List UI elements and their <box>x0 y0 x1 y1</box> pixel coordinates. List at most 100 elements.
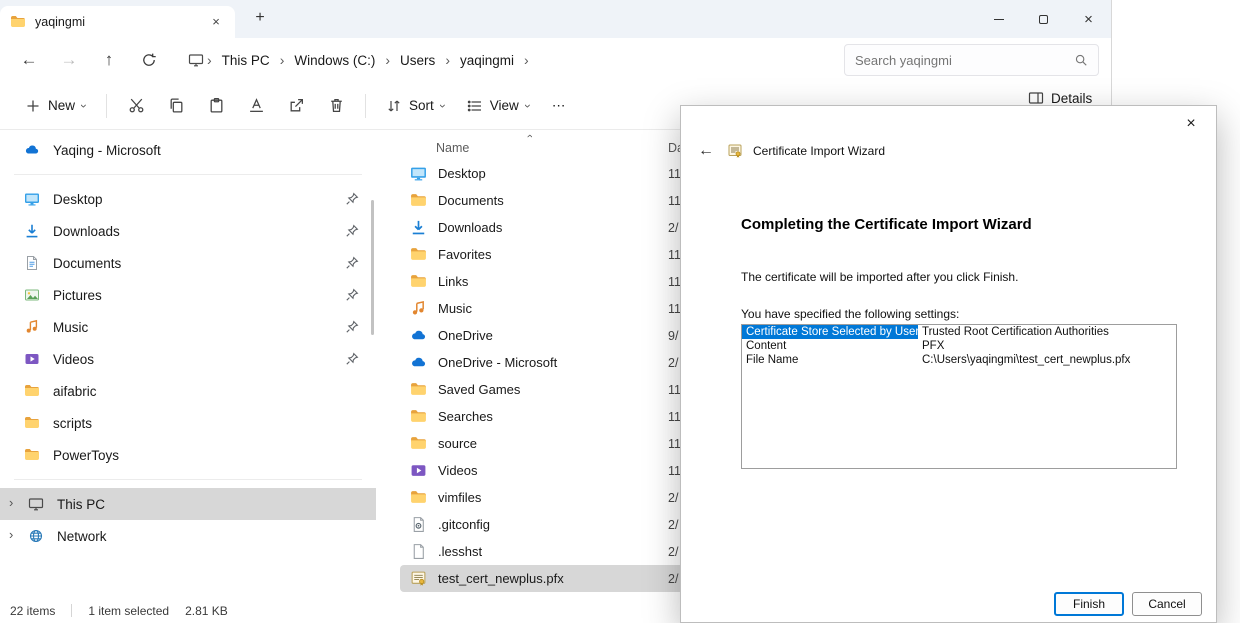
cloud-icon <box>24 142 40 158</box>
screen: yaqingmi × + × ← → ↑ › This PC › Window <box>0 0 1240 623</box>
tab-close-icon[interactable]: × <box>207 13 225 31</box>
file-date: 2/ <box>668 518 678 532</box>
details-pane-toggle[interactable]: Details <box>1028 90 1092 106</box>
sidebar-item-downloads[interactable]: Downloads <box>0 215 376 247</box>
sidebar-item-aifabric[interactable]: aifabric <box>0 375 376 407</box>
file-row-saved-games[interactable]: Saved Games 11 <box>400 376 692 403</box>
toolbar-divider <box>106 94 107 118</box>
search-input[interactable] <box>855 53 1074 68</box>
file-row-links[interactable]: Links 11 <box>400 268 692 295</box>
forward-button[interactable]: → <box>52 44 86 76</box>
network-icon <box>28 528 44 544</box>
delete-button[interactable] <box>318 89 354 123</box>
file-name: OneDrive <box>438 328 668 343</box>
settings-row-store[interactable]: Certificate Store Selected by User Trust… <box>742 325 1176 339</box>
explorer-tab[interactable]: yaqingmi × <box>0 6 235 38</box>
file-row-test-cert-newplus-pfx[interactable]: test_cert_newplus.pfx 2/ <box>400 565 692 592</box>
chevron-down-icon: › <box>77 104 91 108</box>
folder-icon <box>410 273 427 290</box>
back-button[interactable]: ← <box>12 44 46 76</box>
breadcrumb-windows-c[interactable]: Windows (C:) <box>287 49 382 72</box>
file-row-onedrive[interactable]: OneDrive 9/ <box>400 322 692 349</box>
file-row-documents[interactable]: Documents 11 <box>400 187 692 214</box>
minimize-button[interactable] <box>976 0 1021 38</box>
view-icon <box>467 98 483 114</box>
video-icon <box>24 351 40 367</box>
cut-button[interactable] <box>118 89 154 123</box>
expand-chevron-icon[interactable]: › <box>9 495 13 510</box>
refresh-button[interactable] <box>132 44 166 76</box>
dialog-close-button[interactable]: × <box>1176 112 1206 136</box>
file-row-vimfiles[interactable]: vimfiles 2/ <box>400 484 692 511</box>
sidebar-item-powertoys[interactable]: PowerToys <box>0 439 376 471</box>
sidebar-scrollbar[interactable] <box>371 200 374 335</box>
more-options-button[interactable]: ⋯ <box>543 91 575 121</box>
file-icon <box>410 543 427 560</box>
settings-row-file-name[interactable]: File Name C:\Users\yaqingmi\test_cert_ne… <box>742 353 1176 367</box>
file-row-gitconfig[interactable]: .gitconfig 2/ <box>400 511 692 538</box>
file-row-desktop[interactable]: Desktop 11 <box>400 160 692 187</box>
view-button[interactable]: View › <box>458 91 539 121</box>
this-pc-icon <box>188 52 204 68</box>
item-count: 22 items <box>10 604 55 618</box>
file-name: test_cert_newplus.pfx <box>438 571 668 586</box>
certificate-wizard-icon <box>727 143 743 159</box>
sidebar-item-documents[interactable]: Documents <box>0 247 376 279</box>
copy-button[interactable] <box>158 89 194 123</box>
file-row-downloads[interactable]: Downloads 2/ <box>400 214 692 241</box>
new-tab-button[interactable]: + <box>245 4 275 34</box>
column-header-name[interactable]: Name <box>436 141 469 155</box>
file-row-music[interactable]: Music 11 <box>400 295 692 322</box>
search-box[interactable] <box>844 44 1099 76</box>
sidebar-item-label: Network <box>57 529 107 544</box>
sidebar-item-network[interactable]: › Network <box>0 520 376 552</box>
share-button[interactable] <box>278 89 314 123</box>
breadcrumb-users[interactable]: Users <box>393 49 442 72</box>
breadcrumb-separator: › <box>444 52 451 68</box>
picture-icon <box>24 287 40 303</box>
setting-key: Certificate Store Selected by User <box>742 325 918 339</box>
sidebar-item-label: Documents <box>53 256 121 271</box>
sidebar-item-pictures[interactable]: Pictures <box>0 279 376 311</box>
sidebar-item-videos[interactable]: Videos <box>0 343 376 375</box>
navigation-pane: Yaqing - Microsoft Desktop Downloads Doc… <box>0 130 376 598</box>
breadcrumb-yaqingmi[interactable]: yaqingmi <box>453 49 521 72</box>
maximize-button[interactable] <box>1021 0 1066 38</box>
video-icon <box>410 462 427 479</box>
file-row-searches[interactable]: Searches 11 <box>400 403 692 430</box>
breadcrumb-this-pc[interactable]: This PC <box>215 49 277 72</box>
wizard-back-button[interactable]: ← <box>695 142 717 160</box>
close-button[interactable]: × <box>1066 0 1111 38</box>
file-row-source[interactable]: source 11 <box>400 430 692 457</box>
rename-button[interactable] <box>238 89 274 123</box>
settings-row-content[interactable]: Content PFX <box>742 339 1176 353</box>
wizard-heading: Completing the Certificate Import Wizard <box>741 216 1176 233</box>
file-row-lesshst[interactable]: .lesshst 2/ <box>400 538 692 565</box>
new-button[interactable]: New › <box>16 91 95 121</box>
setting-value: PFX <box>918 339 1176 353</box>
sidebar-item-label: PowerToys <box>53 448 119 463</box>
finish-button[interactable]: Finish <box>1054 592 1124 616</box>
sidebar-item-this-pc[interactable]: › This PC <box>0 488 376 520</box>
file-row-videos[interactable]: Videos 11 <box>400 457 692 484</box>
sidebar-item-label: Desktop <box>53 192 103 207</box>
sort-button[interactable]: Sort › <box>377 91 454 121</box>
sidebar-item-music[interactable]: Music <box>0 311 376 343</box>
wizard-title: Certificate Import Wizard <box>753 144 885 158</box>
sidebar-item-onedrive-account[interactable]: Yaqing - Microsoft <box>0 134 376 166</box>
chevron-down-icon: › <box>521 104 535 108</box>
sidebar-item-desktop[interactable]: Desktop <box>0 183 376 215</box>
file-row-onedrive-microsoft[interactable]: OneDrive - Microsoft 2/ <box>400 349 692 376</box>
window-controls: × <box>976 0 1111 38</box>
cancel-button[interactable]: Cancel <box>1132 592 1202 616</box>
breadcrumb-separator: › <box>384 52 391 68</box>
file-row-favorites[interactable]: Favorites 11 <box>400 241 692 268</box>
breadcrumb: › This PC › Windows (C:) › Users › yaqin… <box>178 43 832 77</box>
up-button[interactable]: ↑ <box>92 44 126 76</box>
paste-button[interactable] <box>198 89 234 123</box>
expand-chevron-icon[interactable]: › <box>9 527 13 542</box>
desktop-icon <box>24 191 40 207</box>
file-name: Downloads <box>438 220 668 235</box>
download-icon <box>410 219 427 236</box>
sidebar-item-scripts[interactable]: scripts <box>0 407 376 439</box>
